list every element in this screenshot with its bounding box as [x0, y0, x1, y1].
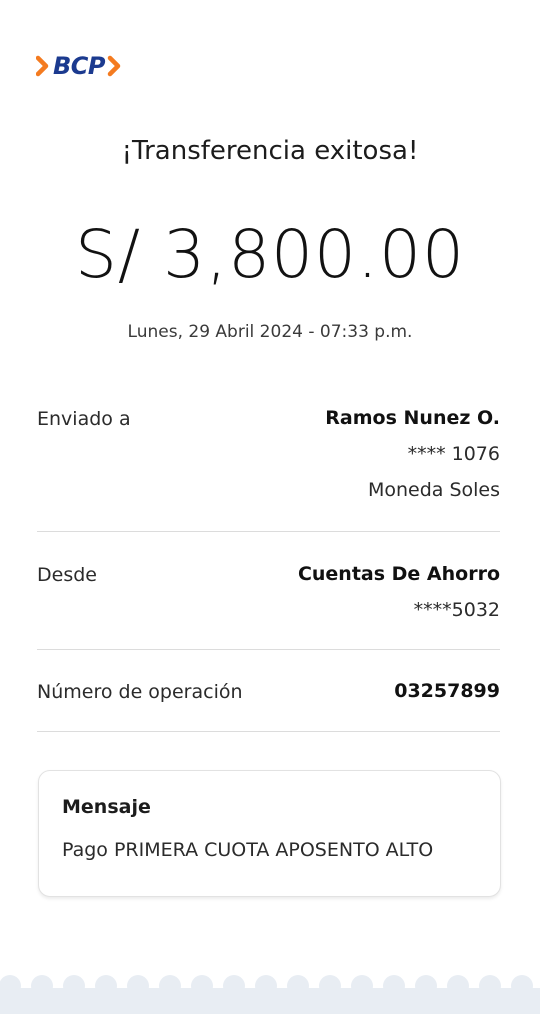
from-account-type: Cuentas De Ahorro — [297, 563, 500, 585]
operation-label: Número de operación — [37, 681, 243, 703]
message-card: Mensaje Pago PRIMERA CUOTA APOSENTO ALTO — [38, 770, 501, 897]
message-text: Pago PRIMERA CUOTA APOSENTO ALTO — [62, 839, 434, 861]
from-values: Cuentas De Ahorro ****5032 — [298, 556, 500, 628]
logo-text: BCP — [53, 52, 106, 80]
divider — [37, 531, 500, 532]
message-title: Mensaje — [62, 796, 151, 818]
bcp-logo: BCP — [36, 52, 122, 80]
divider — [37, 649, 500, 650]
recipient-currency: Moneda Soles — [367, 479, 500, 501]
from-account: ****5032 — [413, 599, 500, 621]
divider — [37, 731, 500, 732]
from-section: Desde Cuentas De Ahorro ****5032 — [37, 556, 500, 636]
transfer-amount: S/ 3,800.00 — [74, 216, 466, 293]
from-label: Desde — [37, 564, 97, 586]
sent-to-section: Enviado a Ramos Nunez O. **** 1076 Moned… — [37, 400, 500, 510]
recipient-account: **** 1076 — [407, 443, 500, 465]
transfer-datetime: Lunes, 29 Abril 2024 - 07:33 p.m. — [127, 322, 413, 342]
operation-section: Número de operación 03257899 — [37, 673, 500, 713]
logo-right-chevron-icon — [107, 55, 121, 77]
sent-to-label: Enviado a — [37, 408, 131, 430]
receipt-scalloped-edge — [0, 974, 540, 1014]
receipt-title: ¡Transferencia exitosa! — [121, 136, 419, 166]
operation-values: 03257899 — [394, 673, 500, 709]
sent-to-values: Ramos Nunez O. **** 1076 Moneda Soles — [325, 400, 500, 508]
operation-number: 03257899 — [394, 680, 500, 702]
recipient-name: Ramos Nunez O. — [325, 407, 500, 429]
logo-left-chevron-icon — [36, 55, 49, 77]
